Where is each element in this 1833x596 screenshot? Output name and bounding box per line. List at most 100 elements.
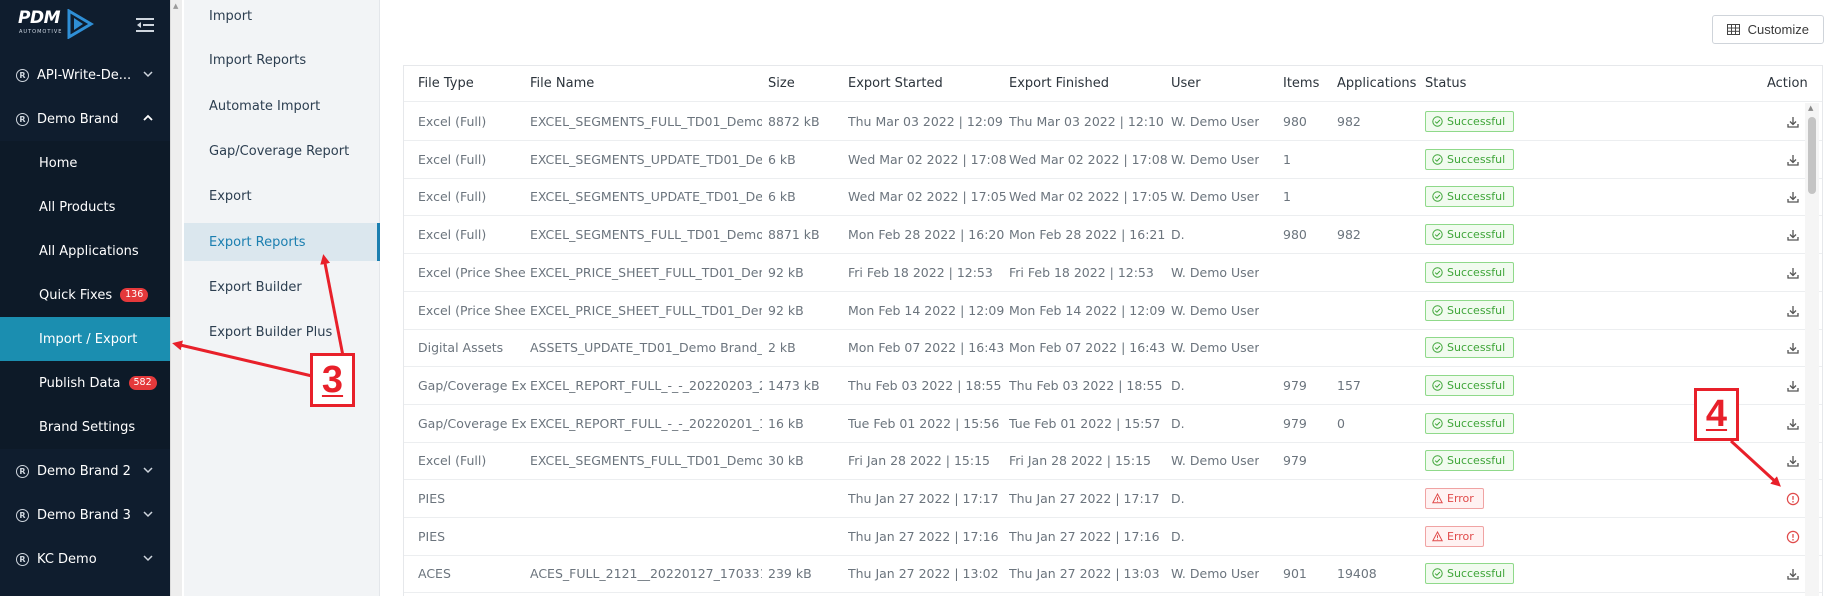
export-reports-panel: Customize File Type File Name Size Expor… — [381, 0, 1833, 596]
column-header-applications[interactable]: Applications — [1337, 76, 1416, 91]
nav-item-home[interactable]: Home — [0, 141, 170, 185]
table-row[interactable]: ACES ACES_FULL_2121__20220127_170331.zip 2… — [404, 555, 1822, 594]
column-header-user[interactable]: User — [1171, 76, 1201, 91]
table-row[interactable]: Gap/Coverage Ex...EXCEL_REPORT_FULL_-_-_… — [404, 367, 1822, 405]
submenu-item-automate-import[interactable]: Automate Import — [184, 87, 380, 125]
table-row[interactable]: Excel (Full) EXCEL_SEGMENTS_FULL_TD01_Dem… — [404, 442, 1822, 481]
check-circle-icon — [1432, 342, 1443, 353]
status-label: Successful — [1447, 341, 1506, 355]
nav-item-import-export[interactable]: Import / Export — [0, 317, 170, 361]
download-icon[interactable] — [1785, 303, 1801, 319]
check-circle-icon — [1432, 153, 1443, 165]
cell-user: D. — [1171, 491, 1185, 506]
cell-items: 979 — [1283, 377, 1307, 393]
column-header-items[interactable]: Items — [1283, 76, 1319, 91]
column-header-size[interactable]: Size — [768, 76, 795, 91]
cell-status: Successful — [1425, 299, 1515, 321]
scrollbar-thumb[interactable] — [1808, 117, 1816, 194]
table-row[interactable]: PIES Thu Jan 27 2022 | 17:16 Thu Jan 27 20… — [404, 518, 1822, 556]
download-icon[interactable] — [1785, 189, 1801, 205]
warning-triangle-icon — [1432, 530, 1443, 541]
download-icon[interactable] — [1785, 340, 1801, 356]
column-header-file-type[interactable]: File Type — [418, 76, 474, 91]
cell-export-started: Tue Feb 01 2022 | 15:56 — [848, 415, 1000, 431]
cell-file-name: ASSETS_UPDATE_TD01_Demo Brand_2022... — [530, 340, 762, 356]
table-scrollbar[interactable]: ▲ — [1805, 103, 1819, 596]
scroll-up-arrow-icon[interactable]: ▲ — [173, 2, 178, 10]
logo-bar: PDM AUTOMOTIVE — [0, 0, 170, 52]
download-icon[interactable] — [1785, 566, 1801, 582]
column-header-file-name[interactable]: File Name — [530, 76, 594, 91]
error-info-icon[interactable] — [1785, 529, 1801, 545]
chevron-down-icon — [143, 71, 153, 78]
download-icon[interactable] — [1785, 114, 1801, 130]
cell-size: 6 kB — [768, 189, 796, 205]
cell-file-type: ACES — [418, 566, 451, 582]
submenu-item-export[interactable]: Export — [184, 177, 380, 215]
submenu-item-export-builder[interactable]: Export Builder — [184, 268, 380, 306]
nav-item-quick-fixes[interactable]: Quick Fixes 136 — [0, 273, 170, 317]
cell-items: 901 — [1283, 566, 1307, 582]
cell-size: 2 kB — [768, 340, 796, 356]
collapse-menu-icon[interactable] — [134, 14, 156, 36]
table-row[interactable]: Gap/Coverage Ex...EXCEL_REPORT_FULL_-_-_… — [404, 405, 1822, 443]
table-row[interactable]: Excel (Price Sheet) EXCEL_PRICE_SHEET_FUL… — [404, 254, 1822, 292]
customize-button[interactable]: Customize — [1711, 15, 1824, 44]
nav-item-all-applications[interactable]: All Applications — [0, 229, 170, 273]
nav-brand-demo-brand[interactable]: R Demo Brand — [0, 97, 170, 141]
nav-brand-demo-brand-3[interactable]: R Demo Brand 3 — [0, 493, 170, 537]
registered-icon: R — [16, 464, 29, 478]
download-icon[interactable] — [1785, 378, 1801, 394]
cell-export-started: Mon Feb 07 2022 | 16:43 — [848, 340, 1005, 356]
submenu-item-export-reports[interactable]: Export Reports — [184, 223, 380, 261]
download-icon[interactable] — [1785, 453, 1801, 469]
cell-file-type: Excel (Price Sheet) — [418, 302, 526, 318]
cell-file-type: Digital Assets — [418, 340, 504, 356]
submenu-item-export-builder-plus[interactable]: Export Builder Plus — [184, 313, 380, 351]
nav-brand-api-write-demo[interactable]: R API-Write-De... — [0, 53, 170, 97]
download-icon[interactable] — [1785, 152, 1801, 168]
column-header-export-finished[interactable]: Export Finished — [1009, 76, 1109, 91]
nav-item-publish-data[interactable]: Publish Data 582 — [0, 361, 170, 405]
table-row[interactable]: Excel (Full) EXCEL_SEGMENTS_UPDATE_TD01_D… — [404, 141, 1822, 179]
table-row[interactable]: Excel (Full) EXCEL_SEGMENTS_UPDATE_TD01_D… — [404, 178, 1822, 217]
cell-export-started: Wed Mar 02 2022 | 17:05 — [848, 189, 1007, 205]
table-row[interactable]: Excel (Full) EXCEL_SEGMENTS_FULL_TD01_Dem… — [404, 216, 1822, 255]
table-row[interactable]: PIES Thu Jan 27 2022 | 17:17 Thu Jan 27 20… — [404, 480, 1822, 518]
pdm-logo[interactable]: PDM AUTOMOTIVE — [18, 9, 95, 39]
nav-brand-kc-demo[interactable]: R KC Demo — [0, 537, 170, 581]
submenu-item-gap-coverage-report[interactable]: Gap/Coverage Report — [184, 132, 380, 170]
download-icon[interactable] — [1785, 227, 1801, 243]
download-icon[interactable] — [1785, 265, 1801, 281]
status-badge: Successful — [1425, 261, 1515, 283]
download-icon[interactable] — [1785, 416, 1801, 432]
nav-brand-demo-brand-2[interactable]: R Demo Brand 2 — [0, 449, 170, 493]
scroll-up-arrow-icon[interactable]: ▲ — [1808, 104, 1813, 112]
nav-item-brand-settings[interactable]: Brand Settings — [0, 405, 170, 449]
status-label: Successful — [1447, 454, 1506, 468]
submenu-item-import-reports[interactable]: Import Reports — [184, 41, 380, 79]
status-label: Error — [1447, 529, 1474, 543]
column-header-export-started[interactable]: Export Started — [848, 76, 943, 91]
status-badge: Successful — [1425, 224, 1515, 246]
cell-file-type: Excel (Full) — [418, 189, 487, 205]
cell-file-name: EXCEL_SEGMENTS_FULL_TD01_Demo Bran... — [530, 453, 762, 469]
submenu-item-label: Import Reports — [209, 52, 307, 68]
cell-file-name: EXCEL_PRICE_SHEET_FULL_TD01_Demo Br... — [530, 302, 762, 318]
cell-user: W. Demo User — [1171, 151, 1260, 167]
column-header-status[interactable]: Status — [1425, 76, 1466, 91]
table-row[interactable]: Digital Assets ASSETS_UPDATE_TD01_Demo Br… — [404, 329, 1822, 368]
check-circle-icon — [1432, 380, 1443, 391]
error-info-icon[interactable] — [1785, 491, 1801, 507]
cell-export-started: Wed Mar 02 2022 | 17:08 — [848, 151, 1007, 167]
submenu-item-import[interactable]: Import — [184, 0, 380, 35]
nav-item-label: Quick Fixes — [39, 287, 113, 303]
nav-item-all-products[interactable]: All Products — [0, 185, 170, 229]
cell-file-type: Gap/Coverage Ex... — [418, 377, 526, 393]
table-row[interactable]: Excel (Price Sheet) EXCEL_PRICE_SHEET_FUL… — [404, 292, 1822, 330]
cell-size: 92 kB — [768, 264, 804, 280]
status-badge: Successful — [1425, 374, 1515, 396]
nav-scrollbar[interactable]: ▲ — [170, 0, 182, 596]
cell-status: Successful — [1425, 224, 1515, 246]
table-row[interactable]: Excel (Full) EXCEL_SEGMENTS_FULL_TD01_Dem… — [404, 103, 1822, 141]
